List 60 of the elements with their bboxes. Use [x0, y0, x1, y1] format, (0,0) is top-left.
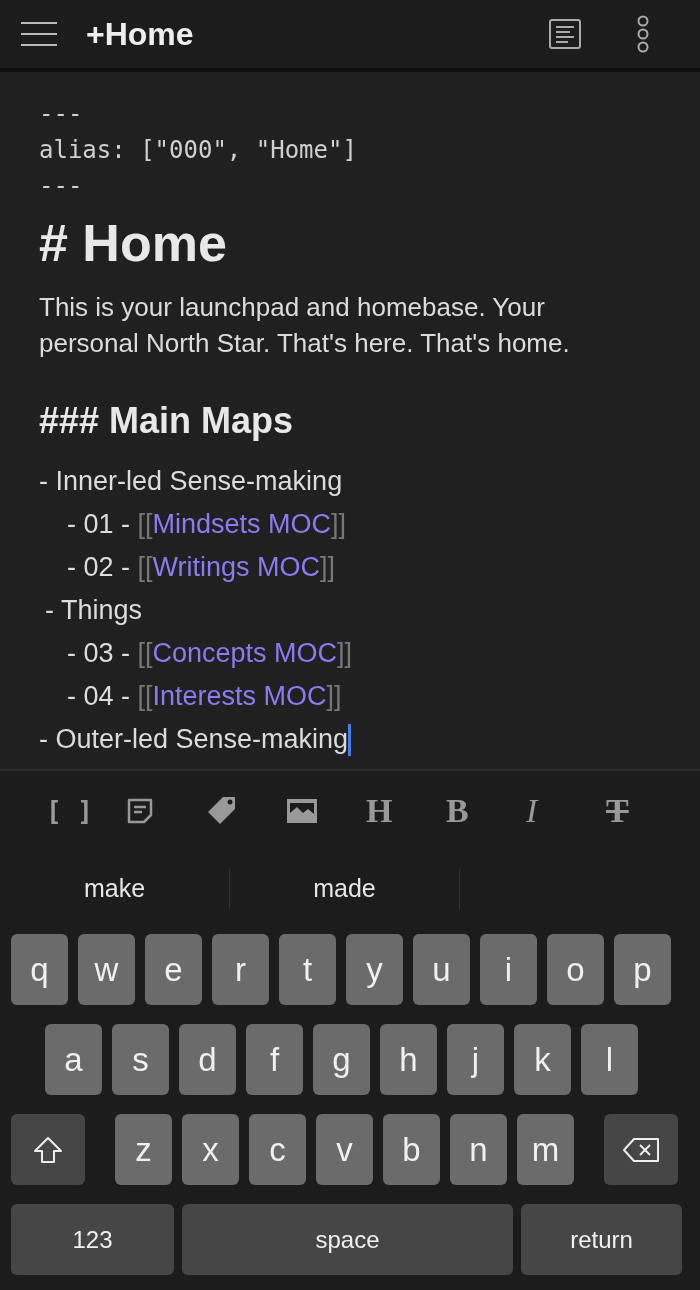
italic-icon[interactable]: I: [526, 794, 538, 828]
keyboard-key[interactable]: s: [112, 1024, 169, 1095]
list-item-text: - 02 - [[Writings MOC]]: [66, 551, 337, 584]
keyboard-key[interactable]: p: [614, 934, 671, 1005]
heading-icon[interactable]: H: [366, 794, 393, 828]
paragraph: This is your launchpad and homebase. Your personal North Star. That's here. That's home.: [39, 291, 571, 360]
list-item-text: - 03 - [[Concepts MOC]]: [66, 637, 354, 670]
keyboard-key[interactable]: o: [547, 934, 604, 1005]
document-icon[interactable]: [549, 18, 581, 50]
more-options-icon[interactable]: [636, 15, 650, 53]
keyboard-key[interactable]: i: [480, 934, 537, 1005]
heading: # Home: [39, 213, 228, 274]
keyboard-key[interactable]: z: [115, 1114, 172, 1185]
list-item-text: - 04 - [[Interests MOC]]: [66, 680, 343, 713]
keyboard-key[interactable]: l: [581, 1024, 638, 1095]
keyboard-key[interactable]: x: [182, 1114, 239, 1185]
list-item-text: - Things: [45, 594, 143, 627]
list-item-text: - 01 - [[Mindsets MOC]]: [66, 508, 348, 541]
frontmatter-delimiter: ---: [39, 171, 84, 202]
strikethrough-icon[interactable]: T: [606, 794, 629, 828]
keyboard-key[interactable]: d: [179, 1024, 236, 1095]
brackets-icon[interactable]: [ ]: [46, 798, 93, 824]
keyboard-key[interactable]: n: [450, 1114, 507, 1185]
keyboard-key[interactable]: j: [447, 1024, 504, 1095]
keyboard-key[interactable]: q: [11, 934, 68, 1005]
keyboard-key[interactable]: g: [313, 1024, 370, 1095]
subheading: ### Main Maps: [39, 399, 295, 443]
keyboard-key[interactable]: c: [249, 1114, 306, 1185]
frontmatter-line: alias: ["000", "Home"]: [39, 135, 358, 166]
keyboard-key[interactable]: k: [514, 1024, 571, 1095]
keyboard-key[interactable]: v: [316, 1114, 373, 1185]
delete-key[interactable]: [604, 1114, 678, 1185]
keyboard-key[interactable]: f: [246, 1024, 303, 1095]
menu-icon[interactable]: [20, 21, 58, 47]
suggestion-item[interactable]: made: [313, 869, 376, 908]
note-icon[interactable]: [126, 797, 154, 825]
numbers-key[interactable]: 123: [11, 1204, 174, 1275]
return-key[interactable]: return: [521, 1204, 682, 1275]
shift-key[interactable]: [11, 1114, 85, 1185]
keyboard-key[interactable]: w: [78, 934, 135, 1005]
space-key[interactable]: space: [182, 1204, 513, 1275]
keyboard-key[interactable]: h: [380, 1024, 437, 1095]
frontmatter-delimiter: ---: [39, 99, 84, 130]
tag-icon[interactable]: [206, 795, 238, 827]
keyboard-key[interactable]: b: [383, 1114, 440, 1185]
bold-icon[interactable]: B: [446, 794, 469, 828]
keyboard-key[interactable]: t: [279, 934, 336, 1005]
suggestion-item[interactable]: make: [83, 869, 146, 908]
note-title: +Home: [86, 15, 194, 54]
backspace-icon: [622, 1136, 660, 1163]
list-item-text: - Inner-led Sense-making: [39, 465, 343, 498]
keyboard-key[interactable]: e: [145, 934, 202, 1005]
image-icon[interactable]: [286, 798, 318, 824]
keyboard-key[interactable]: r: [212, 934, 269, 1005]
list-item-text: - Outer-led Sense-making: [39, 723, 349, 756]
keyboard-key[interactable]: a: [45, 1024, 102, 1095]
keyboard-key[interactable]: u: [413, 934, 470, 1005]
keyboard-key[interactable]: y: [346, 934, 403, 1005]
shift-icon: [33, 1135, 63, 1164]
keyboard-key[interactable]: m: [517, 1114, 574, 1185]
